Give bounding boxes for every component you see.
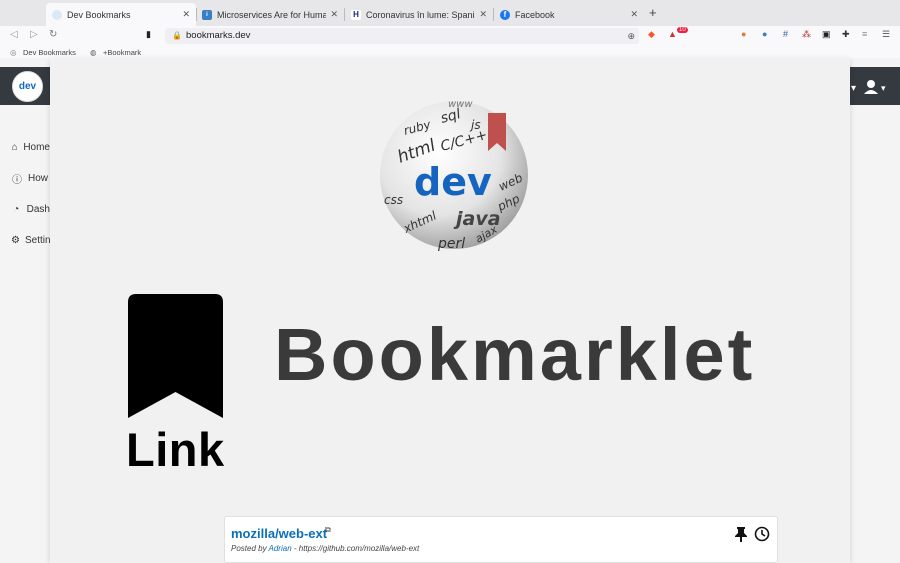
back-icon[interactable]: ◁ xyxy=(10,29,18,40)
user-menu[interactable]: ▾ ▾ xyxy=(849,77,900,97)
sidebar-item-home[interactable]: ⌂ Home xyxy=(0,132,50,163)
forward-icon[interactable]: ▷ xyxy=(30,29,38,40)
posted-by-label: Posted by xyxy=(231,544,267,553)
close-icon[interactable]: ✕ xyxy=(630,9,638,20)
extension-icon[interactable]: ● xyxy=(762,29,767,39)
tab-microservices[interactable]: i Microservices Are for Humans, N ✕ xyxy=(196,3,344,26)
puzzle-icon[interactable]: ✚ xyxy=(842,29,850,40)
hash-icon[interactable]: # xyxy=(783,29,788,39)
tab-label: Dev Bookmarks xyxy=(67,9,131,20)
globe-word: perl xyxy=(437,236,465,251)
info-icon: ⓘ xyxy=(12,175,22,186)
sidebar-item-label: Home xyxy=(23,142,50,153)
lock-icon: 🔒 xyxy=(172,31,182,40)
tab-strip: Dev Bookmarks ✕ i Microservices Are for … xyxy=(0,0,900,26)
info-icon: i xyxy=(202,9,212,20)
sidebar-item-label: How xyxy=(28,173,49,184)
clock-icon[interactable] xyxy=(754,526,770,542)
gear-icon: ⚙ xyxy=(11,235,20,246)
svg-text:▾: ▾ xyxy=(851,83,856,94)
qr-icon[interactable]: ▣ xyxy=(822,29,831,40)
globe-word: css xyxy=(384,193,403,207)
dev-globe-logo: www sql js ruby html C/C++ dev web php c… xyxy=(380,99,528,251)
bookmark-dev-bookmarks[interactable]: Dev Bookmarks xyxy=(23,48,76,57)
site-info-icon[interactable]: ⊕ xyxy=(627,28,635,44)
brave-shields-icon[interactable]: ◆ xyxy=(648,29,655,40)
extension-icon[interactable]: ● xyxy=(741,29,746,39)
close-icon[interactable]: ✕ xyxy=(330,9,338,20)
site-logo[interactable]: dev xyxy=(12,71,43,102)
address-bar[interactable]: 🔒 bookmarks.dev ⊕ xyxy=(165,28,639,44)
user-icon: ▾ ▾ xyxy=(851,80,886,94)
tab-label: Microservices Are for Humans, N xyxy=(217,9,327,20)
rewards-icon[interactable]: ▲ xyxy=(668,29,677,39)
dev-globe-icon: ◎ xyxy=(10,48,17,57)
home-icon: ⌂ xyxy=(11,142,18,153)
bookmark-url: - https://github.com/mozilla/web-ext xyxy=(291,544,420,553)
bookmark-card: mozilla/web-ext ⧉ Posted by Adrian - htt… xyxy=(224,516,778,563)
tab-label: Coronavirus în lume: Spania și F xyxy=(366,9,475,20)
tab-label: Facebook xyxy=(515,9,555,20)
sidebar: ⌂ Home ⓘ How ◔ Dash ⚙ Settings xyxy=(0,132,50,256)
tab-dev-bookmarks[interactable]: Dev Bookmarks ✕ xyxy=(46,3,196,26)
url-text: bookmarks.dev xyxy=(186,30,251,41)
menu-icon[interactable]: ☰ xyxy=(882,29,890,40)
facebook-icon: f xyxy=(500,9,510,20)
sidebar-item-how[interactable]: ⓘ How xyxy=(0,163,50,194)
rewards-badge: 10 xyxy=(677,27,688,33)
globe-icon: ◍ xyxy=(90,48,97,57)
close-icon[interactable]: ✕ xyxy=(479,9,487,20)
close-icon[interactable]: ✕ xyxy=(182,9,190,20)
sidebar-item-dashboard[interactable]: ◔ Dash xyxy=(0,194,50,225)
h-icon: H xyxy=(351,9,361,20)
sidebar-item-label: Settings xyxy=(24,235,50,246)
bookmark-title-link[interactable]: mozilla/web-ext xyxy=(231,526,327,541)
pin-icon[interactable] xyxy=(734,526,748,542)
reload-icon[interactable]: ↻ xyxy=(49,29,57,40)
globe-word: dev xyxy=(414,160,492,204)
tab-coronavirus[interactable]: H Coronavirus în lume: Spania și F ✕ xyxy=(345,3,493,26)
tab-facebook[interactable]: f Facebook ✕ xyxy=(494,3,644,26)
playlist-icon[interactable]: ≡ xyxy=(862,29,867,39)
browser-toolbar: ◁ ▷ ↻ ▮ 🔒 bookmarks.dev ⊕ ◆ ▲ 10 ● ● # ⁂… xyxy=(0,26,900,46)
bookmark-icon xyxy=(128,294,223,418)
bookmark-meta: Posted by Adrian - https://github.com/mo… xyxy=(231,544,419,553)
logo-text: dev xyxy=(18,81,37,92)
new-tab-button[interactable]: + xyxy=(649,5,657,20)
headline: Bookmarklet xyxy=(274,313,756,396)
bookmarks-bar: ◎ Dev Bookmarks ◍ +Bookmark xyxy=(0,46,900,58)
bookmark-caption: Link xyxy=(126,423,225,476)
dev-globe-icon xyxy=(52,9,62,20)
author-link[interactable]: Adrian xyxy=(269,544,292,553)
svg-text:▾: ▾ xyxy=(881,84,886,94)
sidebar-item-settings[interactable]: ⚙ Settings xyxy=(0,225,50,256)
tree-icon[interactable]: ⁂ xyxy=(802,29,811,40)
sidebar-item-label: Dash xyxy=(26,204,50,215)
bookmark-add[interactable]: +Bookmark xyxy=(103,48,141,57)
dashboard-icon: ◔ xyxy=(13,204,20,215)
external-link-icon[interactable]: ⧉ xyxy=(325,525,331,535)
bookmark-page-icon[interactable]: ▮ xyxy=(146,29,151,40)
